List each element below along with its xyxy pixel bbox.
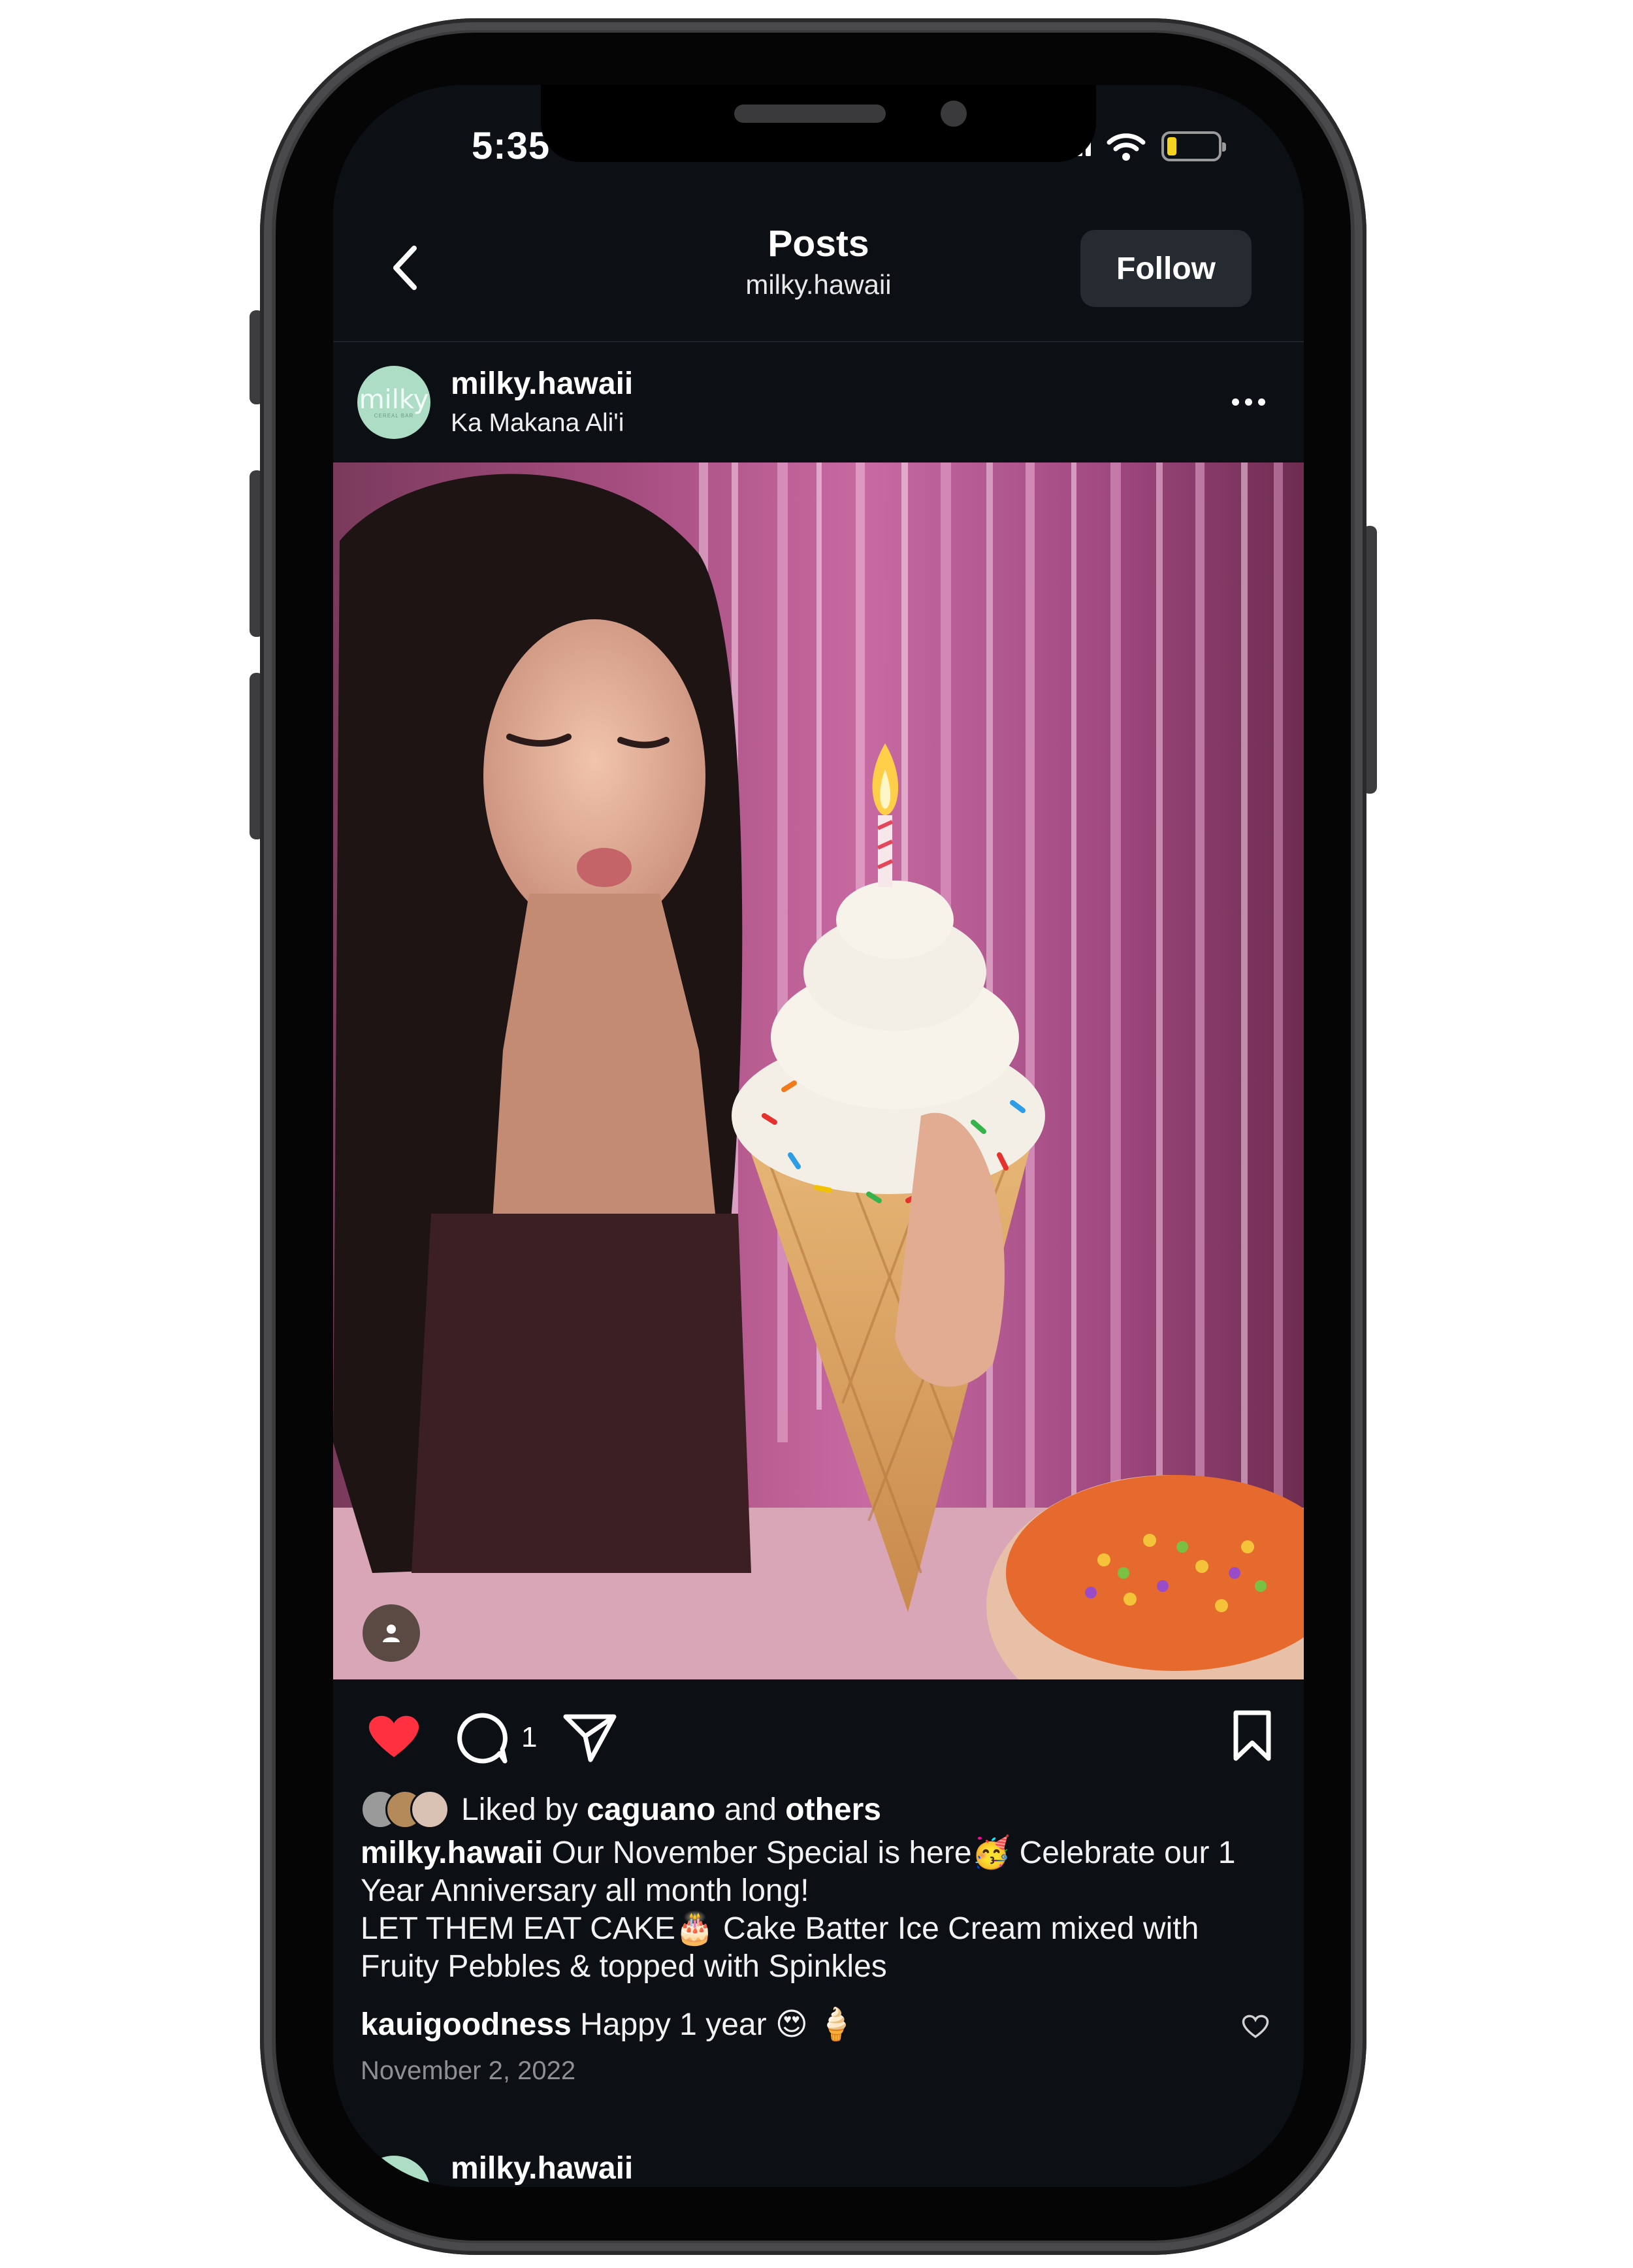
liker-avatar	[410, 1790, 449, 1829]
likes-summary[interactable]: Liked by caguano and others	[361, 1789, 881, 1830]
likes-prefix: Liked by	[461, 1792, 578, 1827]
post-caption: milky.hawaii Our November Special is her…	[361, 1834, 1275, 1986]
likes-middle: and	[724, 1792, 777, 1827]
share-send-icon[interactable]	[562, 1711, 618, 1764]
likes-text: Liked by caguano and others	[461, 1792, 881, 1828]
photo-illustration	[333, 462, 1304, 1679]
comment-text: Happy 1 year 😍 🍦	[580, 2007, 856, 2042]
post-date: November 2, 2022	[361, 2056, 576, 2085]
comment-count: 1	[521, 1721, 538, 1753]
post-username[interactable]: milky.hawaii	[451, 366, 633, 402]
post-avatar[interactable]: milky CEREAL BAR	[357, 366, 430, 439]
more-options-icon[interactable]	[1232, 392, 1271, 412]
likes-others[interactable]: others	[785, 1792, 881, 1827]
post-photo[interactable]	[333, 462, 1304, 1679]
front-camera	[941, 101, 967, 127]
notch	[541, 85, 1096, 162]
caption-username[interactable]: milky.hawaii	[361, 1836, 543, 1870]
follow-button[interactable]: Follow	[1080, 230, 1252, 307]
caption-line-2: LET THEM EAT CAKE🎂 Cake Batter Ice Cream…	[361, 1911, 1199, 1984]
earpiece-speaker	[734, 105, 886, 123]
like-heart-icon[interactable]	[364, 1710, 423, 1762]
avatar-wordmark: milky	[359, 384, 429, 415]
next-post-username[interactable]: milky.hawaii	[451, 2150, 633, 2186]
status-time: 5:35	[472, 125, 551, 167]
avatar-subtext: CEREAL BAR	[374, 412, 414, 419]
phone-screen: 5:35 Posts milky.hawaii Follow milky CER…	[333, 85, 1304, 2187]
comment-username[interactable]: kauigoodness	[361, 2007, 572, 2042]
likes-user[interactable]: caguano	[587, 1792, 715, 1827]
battery-icon	[1161, 131, 1226, 161]
save-bookmark-icon[interactable]	[1229, 1709, 1275, 1762]
post-location[interactable]: Ka Makana Ali'i	[451, 409, 624, 438]
tagged-people-icon[interactable]	[363, 1604, 420, 1662]
comment-icon[interactable]	[454, 1710, 510, 1766]
top-comment: kauigoodness Happy 1 year 😍 🍦	[361, 2005, 856, 2043]
header-divider	[333, 341, 1304, 342]
wifi-icon	[1107, 133, 1146, 161]
comment-like-icon[interactable]	[1241, 2013, 1270, 2039]
